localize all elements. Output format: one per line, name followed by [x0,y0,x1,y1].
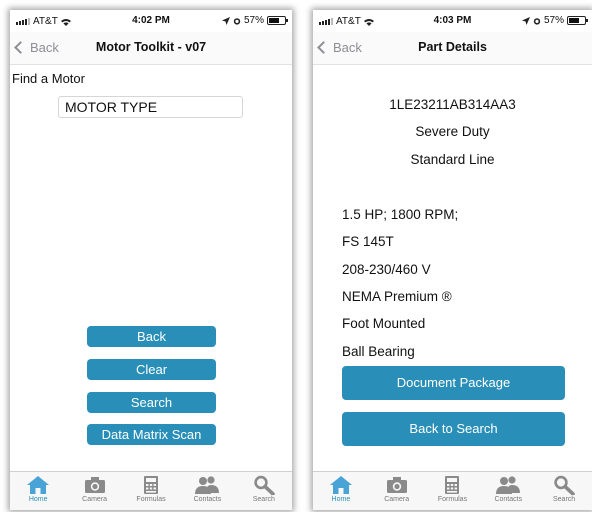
motor-type-input[interactable] [58,96,243,118]
tab-home[interactable]: Home [10,472,66,510]
alarm-clock-icon [533,17,541,25]
status-bar: AT&T 4:03 PM 57% [313,10,592,32]
spec-line: Foot Mounted [342,316,426,331]
tab-home[interactable]: Home [313,472,369,510]
search-button[interactable]: Search [87,392,216,413]
tab-search[interactable]: Search [236,472,292,510]
line-label: Standard Line [410,152,495,167]
calculator-icon [425,475,481,495]
page-title: Motor Toolkit - v07 [95,40,207,54]
tab-bar: Home Camera Formulas Contacts Search [10,471,292,510]
duty-label: Severe Duty [415,124,490,139]
part-number: 1LE23211AB314AA3 [389,97,516,112]
battery-icon [267,16,288,25]
location-arrow-icon [221,16,230,25]
location-arrow-icon [521,16,530,25]
part-details-screen: AT&T 4:03 PM 57% Back Part Details 1LE23… [313,10,592,510]
tab-label: Home [28,496,48,503]
tab-label: Camera [82,496,108,503]
tab-bar: Home Camera Formulas Contacts Search [313,471,592,510]
spec-line: FS 145T [342,234,394,249]
back-button[interactable]: Back [87,326,216,347]
back-to-search-button[interactable]: Back to Search [342,412,565,446]
tab-formulas[interactable]: Formulas [123,472,179,510]
tab-label: Formulas [136,496,166,503]
status-bar: AT&T 4:02 PM 57% [10,10,292,32]
tab-label: Formulas [437,496,468,503]
tab-camera[interactable]: Camera [66,472,122,510]
search-icon [236,475,292,495]
spec-line: NEMA Premium ® [342,289,452,304]
tab-search[interactable]: Search [536,472,592,510]
data-matrix-scan-button[interactable]: Data Matrix Scan [87,424,216,445]
tab-label: Contacts [494,496,523,503]
find-motor-label: Find a Motor [12,71,85,86]
battery-percent: 57% [243,15,264,26]
spec-line: 208-230/460 V [342,262,431,277]
clear-button[interactable]: Clear [87,359,216,380]
spec-line: 1.5 HP; 1800 RPM; [342,207,459,222]
home-icon [10,475,66,495]
tab-formulas[interactable]: Formulas [425,472,481,510]
navigation-bar: Back Motor Toolkit - v07 [10,32,292,65]
tab-contacts[interactable]: Contacts [179,472,235,510]
navigation-bar: Back Part Details [313,32,592,65]
tab-label: Search [552,496,576,503]
camera-icon [66,475,122,495]
battery-icon [567,16,588,25]
tab-label: Camera [384,496,410,503]
document-package-button[interactable]: Document Package [342,366,565,400]
search-icon [536,475,592,495]
alarm-clock-icon [233,17,241,25]
tab-label: Home [331,496,351,503]
battery-percent: 57% [543,15,564,26]
tab-contacts[interactable]: Contacts [480,472,536,510]
calculator-icon [123,475,179,495]
page-title: Part Details [418,40,487,54]
contacts-icon [480,475,536,495]
tab-camera[interactable]: Camera [369,472,425,510]
tab-label: Contacts [193,496,222,503]
spec-line: Ball Bearing [342,344,415,359]
camera-icon [369,475,425,495]
contacts-icon [179,475,235,495]
home-icon [313,475,369,495]
motor-toolkit-screen: AT&T 4:02 PM 57% Back Motor Toolkit - v0… [10,10,292,510]
tab-label: Search [252,496,275,503]
